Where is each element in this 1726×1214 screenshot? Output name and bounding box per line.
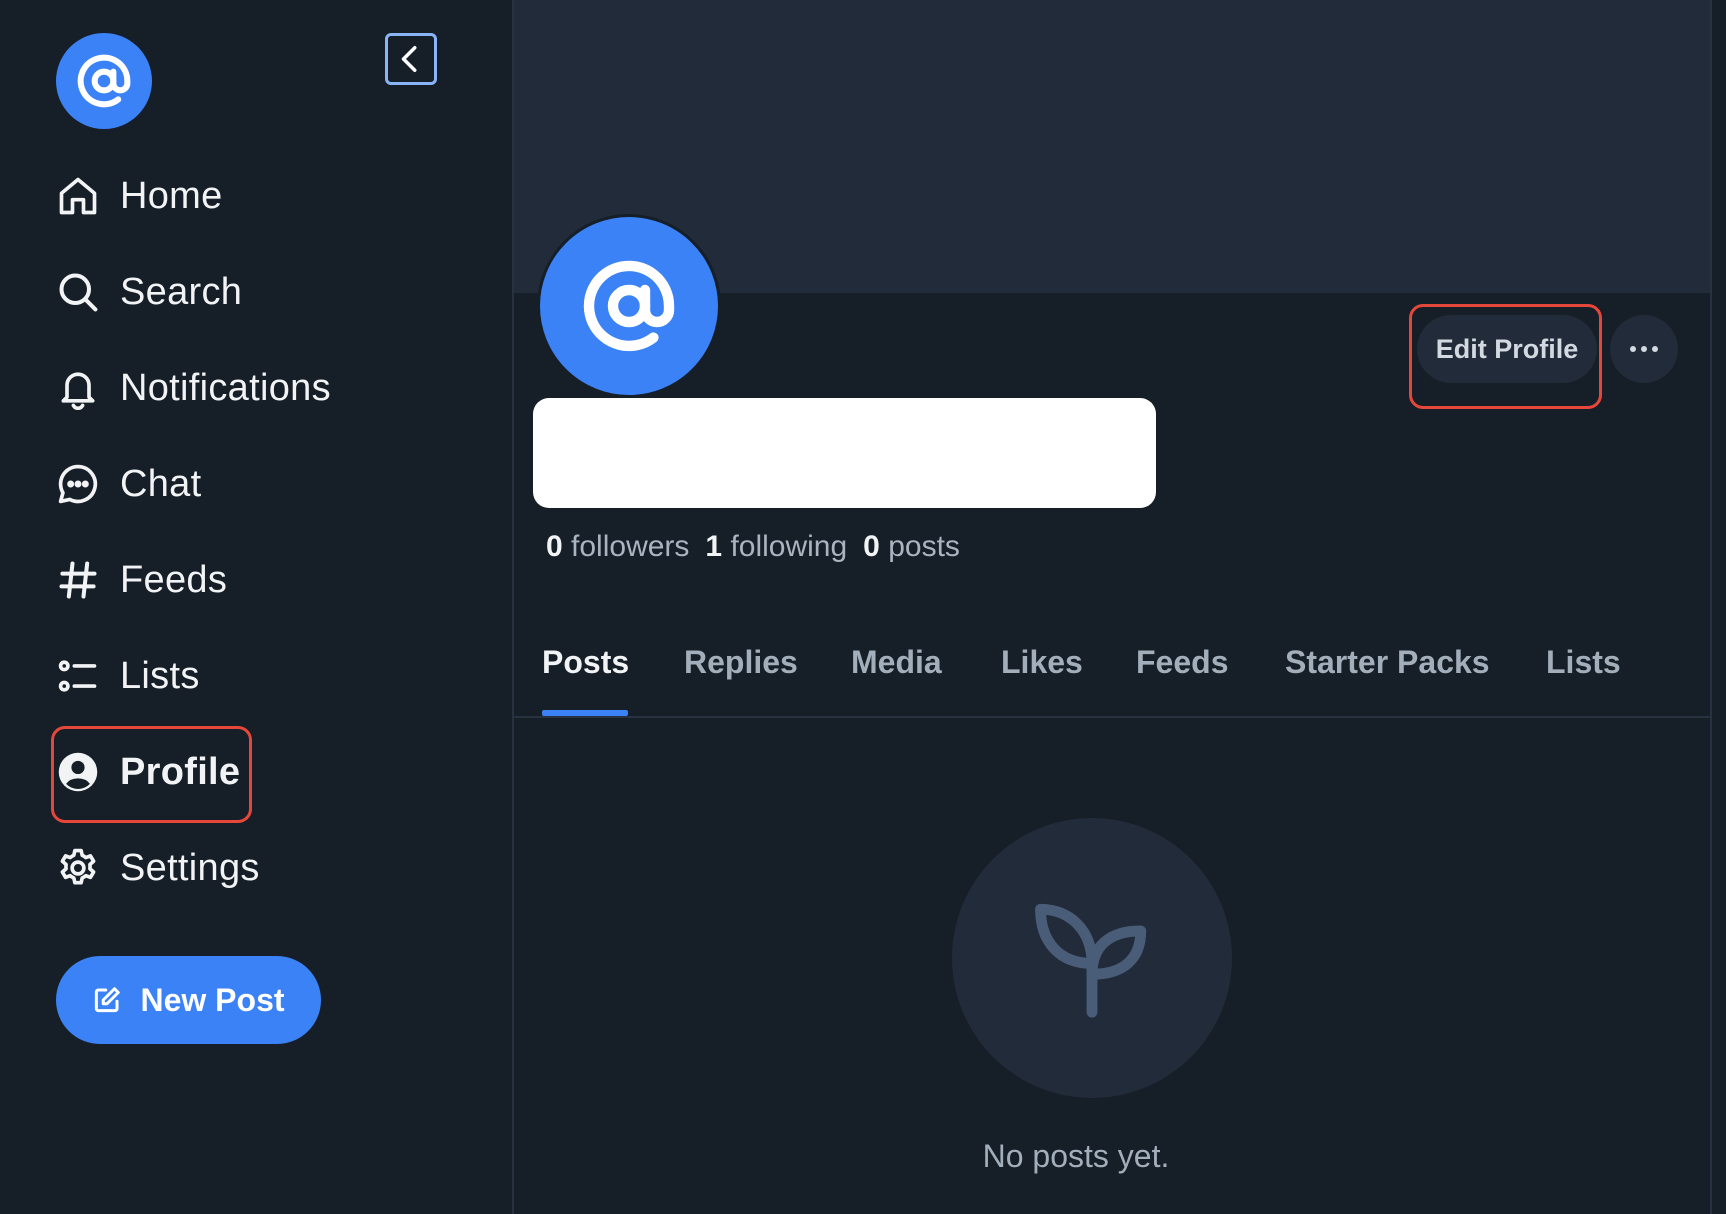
app-logo[interactable] — [56, 33, 152, 129]
followers-label: followers — [571, 530, 690, 563]
edit-profile-button[interactable]: Edit Profile — [1417, 315, 1597, 383]
sidebar-item-settings[interactable]: Settings — [56, 833, 260, 903]
ellipsis-icon — [1630, 346, 1658, 352]
tabs-divider — [514, 716, 1710, 718]
profile-highlight-box — [51, 726, 252, 823]
profile-tabs: Posts Replies Media Likes Feeds Starter … — [514, 610, 1710, 717]
profile-main: 0 followers 1 following 0 posts Edit Profi… — [514, 0, 1710, 1214]
list-icon — [56, 653, 102, 699]
at-sign-icon — [583, 260, 675, 352]
bell-icon — [56, 365, 102, 411]
posts-label: posts — [888, 530, 960, 563]
sidebar-item-label: Notifications — [120, 366, 331, 409]
sidebar-item-label: Feeds — [120, 558, 228, 601]
following-stat[interactable]: 1 following — [705, 530, 847, 563]
compose-icon — [95, 987, 121, 1013]
tab-lists[interactable]: Lists — [1546, 610, 1621, 715]
collapse-sidebar-button[interactable] — [385, 33, 437, 85]
sidebar-item-home[interactable]: Home — [56, 161, 223, 231]
sidebar-item-label: Home — [120, 174, 223, 217]
hash-icon — [56, 557, 102, 603]
following-count: 1 — [705, 530, 723, 563]
following-label: following — [730, 530, 848, 563]
new-post-button[interactable]: New Post — [56, 956, 321, 1044]
sidebar-item-feeds[interactable]: Feeds — [56, 545, 227, 615]
sidebar-item-label: Lists — [120, 654, 200, 697]
sidebar-item-lists[interactable]: Lists — [56, 641, 200, 711]
tab-posts[interactable]: Posts — [542, 610, 629, 715]
tab-likes[interactable]: Likes — [1001, 610, 1083, 715]
empty-state-illustration — [952, 818, 1232, 1098]
sidebar-item-label: Settings — [120, 846, 260, 889]
search-icon — [56, 269, 102, 315]
home-icon — [56, 173, 102, 219]
sidebar-item-label: Search — [120, 270, 243, 313]
tab-starter-packs[interactable]: Starter Packs — [1285, 610, 1490, 715]
sidebar-item-notifications[interactable]: Notifications — [56, 353, 331, 423]
sidebar-item-label: Chat — [120, 462, 202, 505]
empty-state-text: No posts yet. — [982, 1138, 1170, 1174]
tab-replies[interactable]: Replies — [684, 610, 798, 715]
more-options-button[interactable] — [1610, 315, 1678, 383]
redacted-name-box — [533, 398, 1156, 508]
sidebar-item-search[interactable]: Search — [56, 257, 242, 327]
tab-feeds[interactable]: Feeds — [1136, 610, 1228, 715]
profile-stats: 0 followers 1 following 0 posts — [546, 530, 960, 564]
sidebar: Home Search Notifications Chat Feeds Lis… — [0, 0, 513, 1214]
followers-count: 0 — [546, 530, 563, 563]
at-sign-icon — [77, 54, 131, 108]
followers-stat[interactable]: 0 followers — [546, 530, 689, 563]
main-divider-right — [1710, 0, 1712, 1214]
sidebar-item-chat[interactable]: Chat — [56, 449, 201, 519]
posts-stat: 0 posts — [863, 530, 960, 563]
tab-media[interactable]: Media — [851, 610, 942, 715]
chat-icon — [56, 461, 102, 507]
sprout-icon — [1035, 903, 1147, 1018]
profile-avatar[interactable] — [537, 214, 721, 398]
new-post-label: New Post — [140, 981, 285, 1018]
gear-icon — [56, 845, 102, 891]
chevron-left-icon — [401, 46, 417, 72]
posts-count: 0 — [863, 530, 880, 563]
